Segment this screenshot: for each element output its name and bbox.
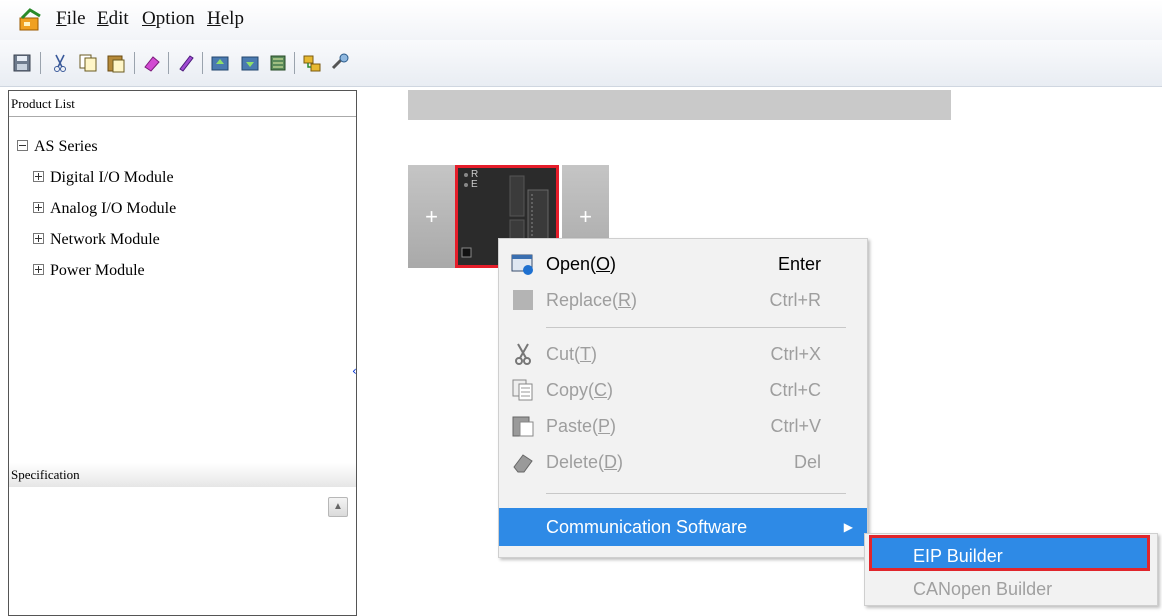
cut-icon <box>515 343 531 365</box>
tree-item-label: AS Series <box>34 138 98 155</box>
add-slot-left-button[interactable]: + <box>408 165 455 268</box>
menu-item-replace-shortcut: Ctrl+R <box>769 290 821 310</box>
tree-item-label: Power Module <box>50 262 145 279</box>
menu-help-mnemonic: H <box>207 8 221 29</box>
collapse-panel-arrow-icon[interactable]: ‹ <box>352 364 357 378</box>
menu-item-communication-software[interactable]: Communication Software ▶ <box>499 508 867 546</box>
menu-item-open-label: Open(O) <box>546 254 617 274</box>
tree-item-power[interactable]: Power Module <box>17 255 176 286</box>
replace-icon <box>513 290 533 310</box>
menu-item-cut[interactable]: Cut(T) Ctrl+X <box>499 336 867 372</box>
tree-item-label: Analog I/O Module <box>50 200 177 217</box>
menu-edit-rest: dit <box>108 8 129 29</box>
open-window-icon <box>511 254 533 275</box>
menu-item-copy-label: Copy(C) <box>546 380 614 400</box>
context-menu: Open(O) Enter Replace(R) Ctrl+R Cut(T) C… <box>498 238 868 558</box>
expand-icon[interactable] <box>33 232 44 244</box>
menu-item-cut-label: Cut(T) <box>546 344 598 364</box>
menu-item-canopen-builder-label: CANopen Builder <box>913 579 1053 599</box>
scroll-up-button[interactable]: ▲ <box>328 497 348 517</box>
upload-icon[interactable] <box>210 53 230 73</box>
menu-file-mnemonic: F <box>56 8 67 29</box>
menu-item-eip-builder[interactable]: EIP Builder <box>869 535 1150 571</box>
toolbar-separator <box>294 52 295 74</box>
collapse-icon[interactable] <box>17 139 28 151</box>
menu-item-open[interactable]: Open(O) Enter <box>499 246 867 282</box>
copy-icon[interactable] <box>78 53 98 73</box>
menu-option-mnemonic: O <box>142 8 156 29</box>
eraser-icon <box>513 454 533 473</box>
tree-item-label: Digital I/O Module <box>50 169 174 186</box>
menu-item-paste-label: Paste(P) <box>546 416 617 436</box>
tree-item-network[interactable]: Network Module <box>17 224 176 255</box>
menu-separator <box>546 327 846 328</box>
menu-help-rest: elp <box>220 8 244 29</box>
product-tree: AS Series Digital I/O Module Analog I/O … <box>17 131 176 286</box>
menu-item-delete-shortcut: Del <box>793 452 821 472</box>
expand-icon[interactable] <box>33 263 44 275</box>
menu-option-rest: ption <box>155 8 195 29</box>
menu-item-copy-shortcut: Ctrl+C <box>769 380 821 400</box>
cut-icon[interactable] <box>50 53 70 73</box>
download-icon[interactable] <box>240 53 260 73</box>
tool-icon[interactable] <box>330 53 350 73</box>
tree-item-as-series[interactable]: AS Series <box>17 131 176 162</box>
menu-option[interactable]: Option <box>142 8 195 30</box>
menu-item-open-shortcut: Enter <box>777 254 821 274</box>
product-list-panel: Product List AS Series Digital I/O Modul… <box>8 90 357 616</box>
toolbar-separator <box>40 52 41 74</box>
submenu-arrow-icon: ▶ <box>843 520 853 534</box>
menu-item-communication-label: Communication Software <box>546 517 748 537</box>
expand-icon[interactable] <box>33 170 44 182</box>
menu-help[interactable]: Help <box>207 8 244 30</box>
tree-item-analog-io[interactable]: Analog I/O Module <box>17 193 176 224</box>
menu-edit-mnemonic: E <box>97 8 109 29</box>
tree-item-digital-io[interactable]: Digital I/O Module <box>17 162 176 193</box>
menu-item-cut-shortcut: Ctrl+X <box>770 344 821 364</box>
paste-icon <box>512 416 534 437</box>
pen-icon[interactable] <box>176 53 196 73</box>
expand-icon[interactable] <box>33 201 44 213</box>
menu-item-delete[interactable]: Delete(D) Del <box>499 444 867 480</box>
scan-icon[interactable] <box>268 53 288 73</box>
menu-file[interactable]: File <box>56 8 86 30</box>
menu-item-delete-label: Delete(D) <box>546 452 624 472</box>
menu-item-eip-builder-label: EIP Builder <box>913 546 1003 566</box>
menu-edit[interactable]: Edit <box>97 8 129 30</box>
specification-title: Specification <box>9 463 356 487</box>
rack-header-bar <box>408 90 951 120</box>
toolbar <box>0 40 1162 87</box>
menu-item-paste[interactable]: Paste(P) Ctrl+V <box>499 408 867 444</box>
menu-item-copy[interactable]: Copy(C) Ctrl+C <box>499 372 867 408</box>
tree-item-label: Network Module <box>50 231 160 248</box>
menu-item-replace[interactable]: Replace(R) Ctrl+R <box>499 282 867 318</box>
menu-item-paste-shortcut: Ctrl+V <box>770 416 821 436</box>
paste-icon[interactable] <box>106 53 126 73</box>
menu-file-rest: ile <box>66 8 86 29</box>
menu-separator <box>546 493 846 494</box>
toolbar-separator <box>202 52 203 74</box>
toolbar-separator <box>134 52 135 74</box>
copy-icon <box>512 379 533 401</box>
menu-item-canopen-builder[interactable]: CANopen Builder <box>865 572 1157 606</box>
cpu-led-e-label: E <box>471 179 478 190</box>
menu-item-replace-label: Replace(R) <box>546 290 638 310</box>
product-list-title: Product List <box>9 91 356 117</box>
app-icon <box>19 8 41 31</box>
communication-submenu: EIP Builder CANopen Builder <box>864 533 1158 606</box>
save-icon[interactable] <box>12 53 32 73</box>
network-icon[interactable] <box>302 53 322 73</box>
menu-bar: File Edit Option Help <box>0 0 1162 40</box>
eraser-icon[interactable] <box>142 53 162 73</box>
toolbar-separator <box>168 52 169 74</box>
